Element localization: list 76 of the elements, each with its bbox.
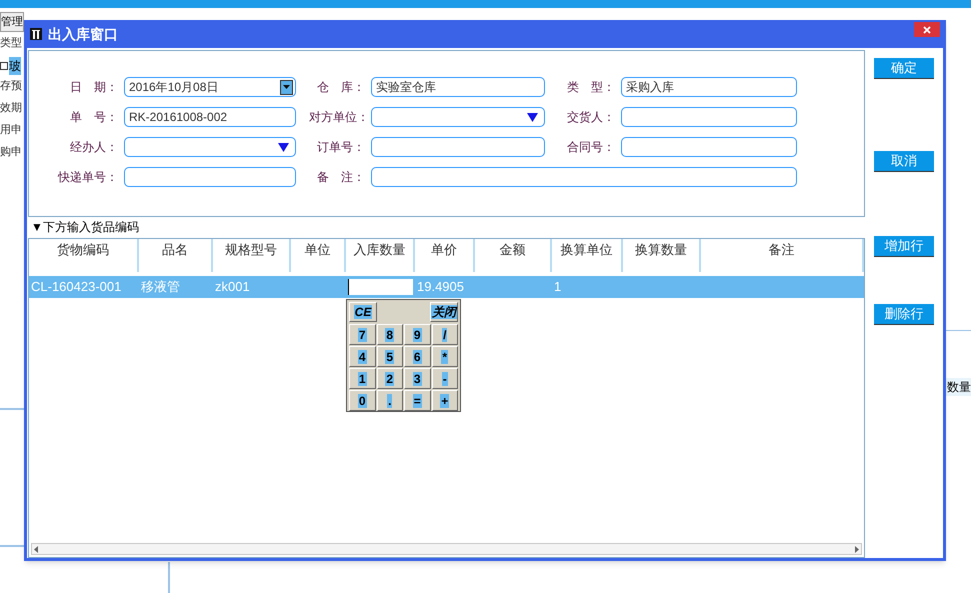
input-field[interactable]: RK-20161008-002 xyxy=(124,107,296,127)
list-item[interactable]: 存预 xyxy=(0,78,24,97)
dropdown-field[interactable] xyxy=(124,137,296,157)
keypad-key[interactable]: 8 xyxy=(376,324,403,345)
keypad-key[interactable]: - xyxy=(432,368,458,389)
window-title: 出入库窗口 xyxy=(48,24,118,44)
keypad-key[interactable]: 6 xyxy=(404,346,430,367)
field-label: 类 型： xyxy=(566,79,616,96)
dropdown-icon[interactable] xyxy=(527,112,538,122)
keypad-key[interactable]: 5 xyxy=(376,346,403,367)
field-label: 交货人： xyxy=(566,109,616,126)
input-field[interactable] xyxy=(621,137,797,157)
horizontal-scrollbar[interactable] xyxy=(31,543,862,555)
field-label: 单 号： xyxy=(69,109,119,126)
column-header: 换算数量 xyxy=(623,239,701,272)
dropdown-icon[interactable] xyxy=(278,142,289,152)
keypad-key[interactable]: 2 xyxy=(376,368,403,389)
list-item[interactable]: 购申 xyxy=(0,144,24,163)
table-cell-text: zk001 xyxy=(215,278,250,296)
list-item[interactable]: 用申 xyxy=(0,122,24,141)
input-field[interactable] xyxy=(621,107,797,127)
dropdown-icon[interactable] xyxy=(280,80,293,94)
scroll-right-icon[interactable] xyxy=(854,546,859,552)
column-header: 金额 xyxy=(475,239,552,272)
table-cell-text: 1 xyxy=(554,278,562,296)
field-label: 仓 库： xyxy=(316,79,366,96)
keypad-key[interactable]: = xyxy=(404,390,430,411)
field-label: 合同号： xyxy=(566,139,616,156)
field-label: 日 期： xyxy=(69,79,119,96)
keypad-key[interactable]: 关闭 xyxy=(430,302,458,322)
scroll-left-icon[interactable] xyxy=(34,546,39,552)
column-header: 单价 xyxy=(415,239,475,272)
input-field[interactable]: 采购入库 xyxy=(621,77,797,97)
checkbox[interactable] xyxy=(0,62,8,70)
keypad-key[interactable]: + xyxy=(432,390,458,411)
field-label: 订单号： xyxy=(316,139,366,156)
input-field[interactable] xyxy=(371,167,797,187)
list-item[interactable]: 类型 xyxy=(0,35,24,54)
keypad-key[interactable]: 7 xyxy=(349,324,376,345)
column-header: 货物编码 xyxy=(29,239,139,272)
close-button[interactable] xyxy=(914,22,940,37)
table-cell-text: 19.4905 xyxy=(417,278,464,296)
date-picker[interactable]: 2016年10月08日 xyxy=(124,77,296,97)
keypad-key[interactable]: CE xyxy=(349,302,377,322)
column-header: 换算单位 xyxy=(552,239,623,272)
toolbar-button[interactable]: 管理 xyxy=(0,12,24,32)
column-header: 单位 xyxy=(291,239,346,272)
quantity-input[interactable] xyxy=(348,279,413,295)
field-label: 对方单位： xyxy=(309,109,370,126)
table-cell-text: CL-160423-001 xyxy=(31,278,122,296)
section-label: ▼下方输入货品编码 xyxy=(31,219,140,236)
input-field[interactable] xyxy=(124,167,296,187)
column-header: 入库数量 xyxy=(346,239,415,272)
keypad-key[interactable]: 0 xyxy=(349,390,376,411)
input-field[interactable]: 实验室仓库 xyxy=(371,77,545,97)
keypad-key[interactable]: 4 xyxy=(349,346,376,367)
column-header: 数量 xyxy=(946,378,971,396)
field-label: 快递单号： xyxy=(56,169,119,186)
dropdown-field[interactable] xyxy=(371,107,545,127)
keypad-key[interactable]: 9 xyxy=(404,324,430,345)
input-field[interactable] xyxy=(371,137,545,157)
keypad-key[interactable]: * xyxy=(432,346,458,367)
keypad-key[interactable]: . xyxy=(376,390,403,411)
app-icon xyxy=(30,28,42,40)
table-cell-text: 移液管 xyxy=(141,278,180,296)
keypad-key[interactable]: 1 xyxy=(349,368,376,389)
field-label: 备 注： xyxy=(316,169,366,186)
column-header: 规格型号 xyxy=(213,239,291,272)
column-header: 品名 xyxy=(139,239,213,272)
list-item[interactable]: 玻 xyxy=(9,57,21,75)
field-label: 经办人： xyxy=(69,139,119,156)
close-icon xyxy=(923,26,931,34)
keypad-key[interactable]: / xyxy=(432,324,458,345)
keypad-key[interactable]: 3 xyxy=(404,368,430,389)
column-header: 备注 xyxy=(701,239,864,272)
list-item[interactable]: 效期 xyxy=(0,100,24,119)
